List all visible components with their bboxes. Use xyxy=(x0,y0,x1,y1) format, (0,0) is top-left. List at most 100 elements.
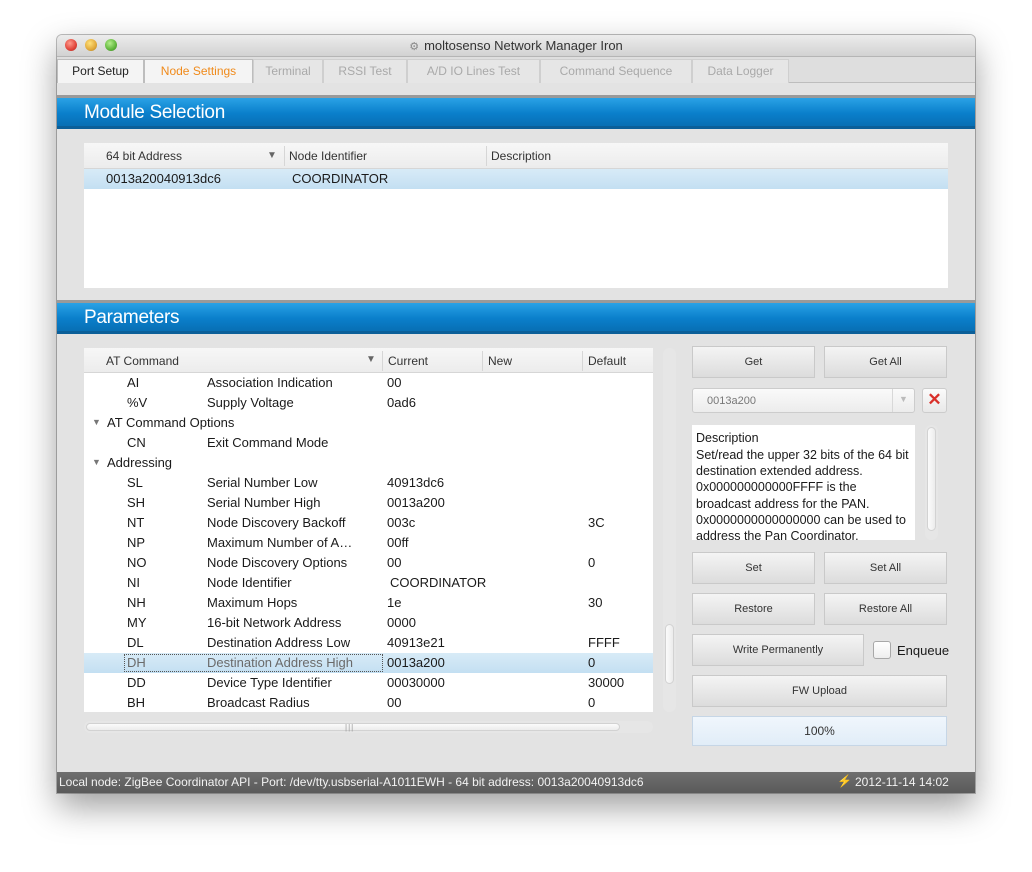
column-divider[interactable] xyxy=(486,146,487,166)
current-value-cell: 40913dc6 xyxy=(387,475,445,490)
at-command-cell: NO xyxy=(127,555,147,570)
group-row[interactable]: ▼ AT Command Options xyxy=(84,413,653,433)
disclosure-triangle-icon[interactable]: ▼ xyxy=(92,417,101,427)
combo-value: 0013a200 xyxy=(707,395,756,407)
column-header[interactable]: 64 bit Address xyxy=(106,149,182,163)
column-divider[interactable] xyxy=(382,351,383,371)
parameter-name-cell: 16-bit Network Address xyxy=(207,615,342,630)
current-value-cell: 00030000 xyxy=(387,675,445,690)
app-window: ⚙ moltosenso Network Manager Iron Port Se… xyxy=(57,35,975,793)
table-row[interactable]: SH Serial Number High 0013a200 xyxy=(84,493,653,513)
get-all-button[interactable]: Get All xyxy=(824,346,947,378)
table-row[interactable]: DL Destination Address Low 40913e21 FFFF xyxy=(84,633,653,653)
description-scrollbar[interactable] xyxy=(925,425,938,540)
at-command-cell: BH xyxy=(127,695,146,710)
restore-all-button[interactable]: Restore All xyxy=(824,593,947,625)
vertical-scrollbar[interactable] xyxy=(663,348,676,712)
group-row[interactable]: ▼ Addressing xyxy=(84,453,653,473)
selected-table-row[interactable]: DH Destination Address High 0013a200 0 xyxy=(84,653,653,673)
progress-text: 100% xyxy=(804,724,835,738)
at-command-cell: NI xyxy=(127,575,140,590)
column-divider[interactable] xyxy=(482,351,483,371)
table-row[interactable]: CN Exit Command Mode xyxy=(84,433,653,453)
tab-bar: Port Setup Node Settings Terminal RSSI T… xyxy=(57,57,975,83)
at-command-cell: NT xyxy=(127,515,145,530)
column-header[interactable]: Default xyxy=(588,354,626,368)
current-value-cell: 003c xyxy=(387,515,416,530)
default-value-cell: FFFF xyxy=(588,635,620,650)
get-button[interactable]: Get xyxy=(692,346,815,378)
at-command-cell: CN xyxy=(127,435,146,450)
table-row[interactable]: 0013a20040913dc6 COORDINATOR xyxy=(84,169,948,189)
table-row[interactable]: NP Maximum Number of A… 00ff xyxy=(84,533,653,553)
window-title: moltosenso Network Manager Iron xyxy=(424,38,623,53)
current-value-cell: 40913e21 xyxy=(387,635,445,650)
restore-button[interactable]: Restore xyxy=(692,593,815,625)
fw-upload-button[interactable]: FW Upload xyxy=(692,675,947,707)
status-text: Local node: ZigBee Coordinator API - Por… xyxy=(59,775,644,789)
write-permanently-button[interactable]: Write Permanently xyxy=(692,634,864,666)
parameter-name-cell: Supply Voltage xyxy=(207,395,294,410)
table-row[interactable]: NI Node Identifier COORDINATOR xyxy=(84,573,653,593)
status-bar: Local node: ZigBee Coordinator API - Por… xyxy=(57,772,975,793)
scrollbar-thumb[interactable] xyxy=(665,624,674,684)
column-header[interactable]: AT Command xyxy=(106,354,179,368)
column-header[interactable]: Current xyxy=(388,354,428,368)
section-title: Module Selection xyxy=(84,102,225,123)
network-icon: ⚙ xyxy=(409,41,420,53)
parameter-name-cell: Destination Address Low xyxy=(207,635,351,650)
column-divider[interactable] xyxy=(284,146,285,166)
tab-port-setup[interactable]: Port Setup xyxy=(57,59,144,83)
combo-dropdown-button[interactable]: ▼ xyxy=(892,389,914,412)
disclosure-triangle-icon[interactable]: ▼ xyxy=(92,457,101,467)
scrollbar-thumb[interactable] xyxy=(927,427,936,531)
parameter-name-cell: Association Indication xyxy=(207,375,333,390)
set-all-button[interactable]: Set All xyxy=(824,552,947,584)
tab-terminal[interactable]: Terminal xyxy=(253,59,323,83)
at-command-cell: NH xyxy=(127,595,146,610)
horizontal-scrollbar[interactable]: ||| xyxy=(84,721,653,733)
column-divider[interactable] xyxy=(582,351,583,371)
tab-node-settings[interactable]: Node Settings xyxy=(144,59,253,83)
section-title: Parameters xyxy=(84,307,180,328)
tab-command-sequence[interactable]: Command Sequence xyxy=(540,59,692,83)
column-header[interactable]: Node Identifier xyxy=(289,149,367,163)
parameter-name-cell: Serial Number Low xyxy=(207,475,318,490)
parameter-name-cell: Maximum Number of A… xyxy=(207,535,353,550)
default-value-cell: 30 xyxy=(588,595,603,610)
scrollbar-thumb[interactable]: ||| xyxy=(86,723,620,732)
parameter-name-cell: Serial Number High xyxy=(207,495,321,510)
table-row[interactable]: NT Node Discovery Backoff 003c 3C xyxy=(84,513,653,533)
tab-data-logger[interactable]: Data Logger xyxy=(692,59,789,83)
default-value-cell: 30000 xyxy=(588,675,625,690)
table-row[interactable]: BH Broadcast Radius 00 0 xyxy=(84,693,653,712)
sort-down-icon[interactable]: ▼ xyxy=(366,354,376,365)
enqueue-label: Enqueue xyxy=(897,643,950,658)
close-icon[interactable]: ✕ xyxy=(922,388,947,413)
at-command-cell: DL xyxy=(127,635,144,650)
at-command-cell: AI xyxy=(127,375,140,390)
table-row[interactable]: NO Node Discovery Options 00 0 xyxy=(84,553,653,573)
group-label: Addressing xyxy=(107,455,173,470)
table-row[interactable]: SL Serial Number Low 40913dc6 xyxy=(84,473,653,493)
address-combo-box[interactable]: 0013a200 ▼ xyxy=(692,388,915,413)
current-value-cell: 00 xyxy=(387,695,402,710)
set-button[interactable]: Set xyxy=(692,552,815,584)
sort-down-icon[interactable]: ▼ xyxy=(267,150,277,161)
at-command-cell: %V xyxy=(127,395,148,410)
chevron-down-icon: ▼ xyxy=(899,394,908,404)
table-row[interactable]: DD Device Type Identifier 00030000 30000 xyxy=(84,673,653,693)
table-row[interactable]: NH Maximum Hops 1e 30 xyxy=(84,593,653,613)
current-value-cell: COORDINATOR xyxy=(390,575,487,590)
column-header[interactable]: New xyxy=(488,354,512,368)
table-row[interactable]: %V Supply Voltage 0ad6 xyxy=(84,393,653,413)
tab-rssi-test[interactable]: RSSI Test xyxy=(323,59,407,83)
default-value-cell: 0 xyxy=(588,655,596,670)
table-row[interactable]: MY 16-bit Network Address 0000 xyxy=(84,613,653,633)
tab-ad-io-lines-test[interactable]: A/D IO Lines Test xyxy=(407,59,540,83)
table-row[interactable]: AI Association Indication 00 xyxy=(84,373,653,393)
column-header[interactable]: Description xyxy=(491,149,551,163)
current-value-cell: 1e xyxy=(387,595,402,610)
progress-bar: 100% xyxy=(692,716,947,746)
enqueue-checkbox[interactable] xyxy=(873,641,891,659)
